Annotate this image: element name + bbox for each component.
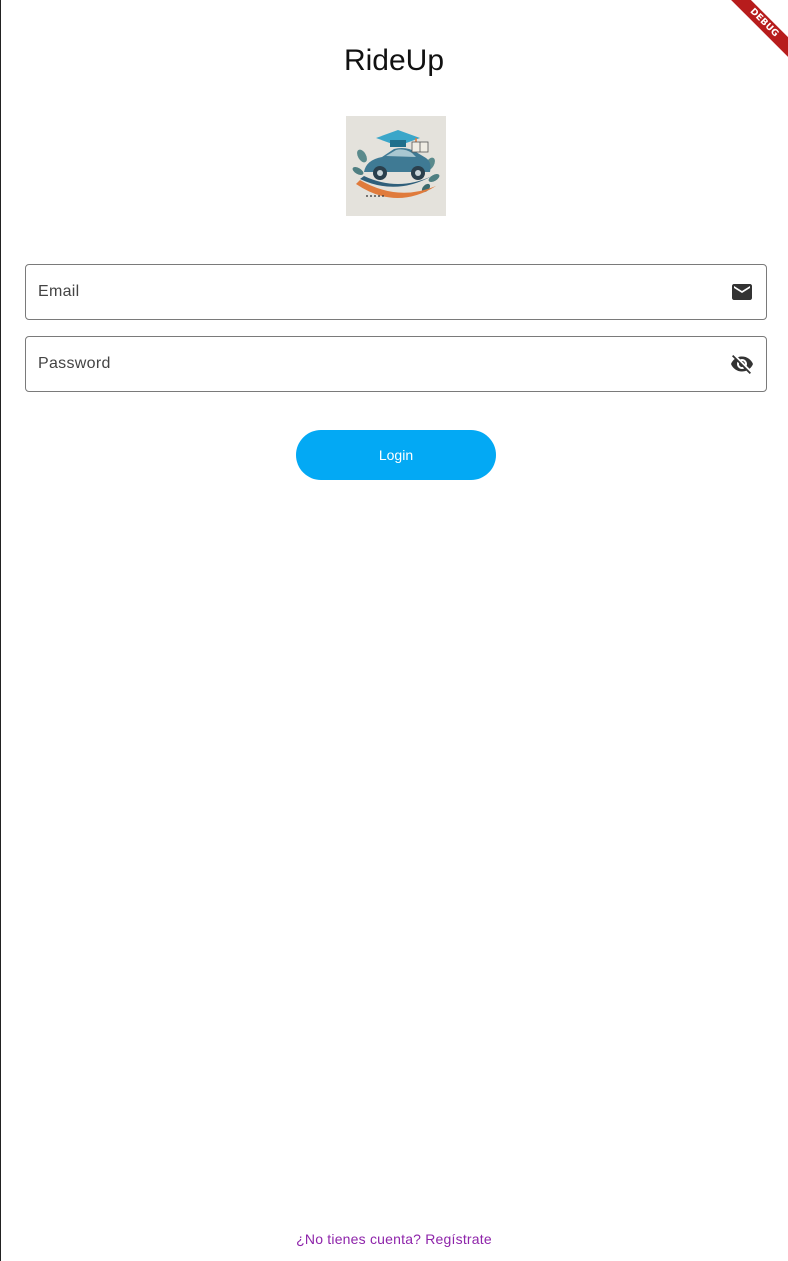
app-logo (346, 116, 446, 216)
app-title: RideUp (343, 44, 445, 77)
login-button[interactable]: Login (296, 430, 496, 480)
email-field[interactable] (25, 264, 767, 320)
password-field[interactable] (25, 336, 767, 392)
mail-icon (732, 284, 752, 300)
window-edge (0, 0, 1, 1261)
visibility-off-icon[interactable] (730, 352, 754, 376)
signup-link[interactable]: ¿No tienes cuenta? Regístrate (0, 1231, 788, 1247)
password-input[interactable] (26, 337, 766, 391)
email-input[interactable] (26, 265, 766, 319)
